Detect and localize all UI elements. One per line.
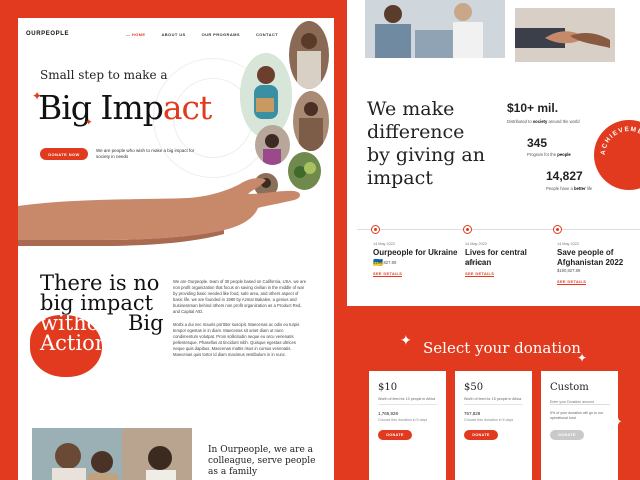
card-divider [378, 404, 437, 405]
card-amount: Custom [550, 382, 589, 393]
event-date: 14 May 2022 [373, 242, 395, 246]
event-amount: $350,842.91 [465, 260, 489, 265]
stat-programs-label: Program for the people [527, 152, 571, 157]
card-count-subtitle: Choose this donation in 5 days [464, 418, 514, 422]
card-subtitle: Worth of feed for 10 people in Africa [378, 397, 436, 401]
event-details-link[interactable]: SEE DETAILS [373, 271, 403, 277]
stat-label-text: around the world [547, 119, 580, 124]
donate-button[interactable]: DONATE [464, 430, 498, 440]
achievement-badge: ACHIEVEMENT [594, 120, 640, 190]
photo-hands [515, 8, 615, 62]
about-paragraph: We are Ourpeople. team of 30 people base… [173, 279, 307, 315]
stat-label-text: life [585, 186, 593, 191]
photo-team-laptop [365, 0, 505, 58]
hero-title-accent: act [162, 88, 212, 127]
stat-label-bold: people [557, 152, 571, 157]
statement-title: There is no big impact without Big Actio… [40, 271, 164, 355]
photo-people-mid [293, 91, 329, 151]
statement-line-part: Big [121, 311, 164, 335]
impact-heading-line: impact [367, 167, 433, 189]
statement-line: without Big [40, 311, 164, 335]
about-text: We are Ourpeople. team of 30 people base… [173, 279, 308, 358]
sparkle-icon: ✦ [400, 332, 412, 348]
timeline-dot [371, 225, 380, 234]
donation-card-custom[interactable]: Custom 5% of your donation will go to ou… [541, 371, 618, 480]
event-title: Lives for central african [465, 248, 527, 267]
hero-description: We are people who wish to make a big imp… [96, 148, 195, 159]
card-donor-count: 1,765,928 [378, 411, 399, 416]
statement-line: Action” [40, 331, 119, 355]
nav-contact[interactable]: CONTACT [256, 32, 278, 37]
photo-people-top [289, 21, 329, 89]
stat-label-bold: society [532, 119, 548, 124]
about-paragraph: Morbi a dui nec mauris porttitor suscipi… [173, 321, 300, 358]
stat-people-label: People have a better life [546, 186, 592, 191]
hero-title: Big Impact [38, 88, 212, 127]
nav-links: HOME ABOUT US OUR PROGRAMS CONTACT [126, 32, 278, 37]
impact-heading-line: We make [367, 98, 455, 120]
stat-programs: 345 [527, 136, 548, 150]
hero-subtitle: Small step to make a [40, 68, 168, 82]
nav-home[interactable]: HOME [126, 32, 146, 37]
event-amount: $190,827.89 [373, 260, 397, 265]
hand-illustration [18, 178, 300, 246]
donate-now-button[interactable]: DONATE NOW [40, 148, 88, 160]
event-date: 14 May 2022 [557, 242, 579, 246]
card-subtitle: Worth of feed for 15 people in Africa [464, 397, 522, 401]
card-amount: $50 [464, 382, 484, 393]
timeline-dot [553, 225, 562, 234]
team-photo [32, 428, 192, 480]
event-date: 14 May 2022 [465, 242, 487, 246]
impact-heading-line: difference [367, 121, 465, 143]
stat-label-text: People have a [546, 186, 574, 191]
achievement-badge-text: ACHIEVEMENT [600, 126, 640, 155]
card-amount: $10 [378, 382, 398, 393]
donation-title: Select your donation [423, 339, 581, 357]
statement-line: There is no [40, 271, 160, 295]
card-donor-count: 767,828 [464, 411, 481, 416]
stat-distributed-label: Distributed to society around the world [507, 119, 580, 124]
stat-people: 14,827 [546, 169, 583, 183]
sparkle-icon: ✦ [85, 117, 93, 127]
custom-note: 5% of your donation will go to our opera… [550, 411, 604, 420]
brand-logo[interactable]: OURPEOPLE [26, 31, 69, 37]
photo-child [255, 125, 290, 165]
card-count-subtitle: Choose this donation in 5 days [378, 418, 428, 422]
event-title: Ourpeople for Ukraine 🇺🇦 [373, 248, 458, 267]
donate-button[interactable]: DONATE [550, 430, 584, 440]
event-title: Save people of Afghanistan 2022 [557, 248, 624, 267]
event-details-link[interactable]: SEE DETAILS [465, 271, 495, 277]
stat-label-text: Program for the [527, 152, 558, 157]
sparkle-icon: ✦ [32, 89, 43, 103]
event-details-link[interactable]: SEE DETAILS [557, 279, 587, 285]
custom-amount-input[interactable] [550, 399, 610, 405]
nav-about[interactable]: ABOUT US [161, 32, 185, 37]
family-text: In Ourpeople, we are a colleague, serve … [208, 445, 316, 477]
stat-distributed: $10+ mil. [507, 101, 559, 115]
stat-label-text: Distributed to [507, 119, 533, 124]
timeline-dot [463, 225, 472, 234]
statement-line: big impact [40, 291, 154, 315]
donation-card-10[interactable]: $10 Worth of feed for 10 people in Afric… [369, 371, 446, 480]
impact-panel: We make difference by giving an impact $… [347, 0, 640, 306]
donate-button[interactable]: DONATE [378, 430, 412, 440]
timeline-line [357, 229, 640, 230]
nav-programs[interactable]: OUR PROGRAMS [202, 32, 240, 37]
donation-card-50[interactable]: $50 Worth of feed for 15 people in Afric… [455, 371, 532, 480]
landing-left-panel: OURPEOPLE HOME ABOUT US OUR PROGRAMS CON… [18, 18, 334, 480]
top-nav: OURPEOPLE HOME ABOUT US OUR PROGRAMS CON… [26, 28, 326, 40]
hero-title-part: Big Imp [38, 88, 164, 127]
svg-text:ACHIEVEMENT: ACHIEVEMENT [600, 126, 640, 155]
stat-label-bold: better [573, 186, 586, 191]
event-amount: $190,827.89 [557, 268, 581, 273]
impact-heading-line: by giving an [367, 144, 485, 166]
card-divider [464, 404, 523, 405]
impact-heading: We make difference by giving an impact [367, 98, 485, 190]
